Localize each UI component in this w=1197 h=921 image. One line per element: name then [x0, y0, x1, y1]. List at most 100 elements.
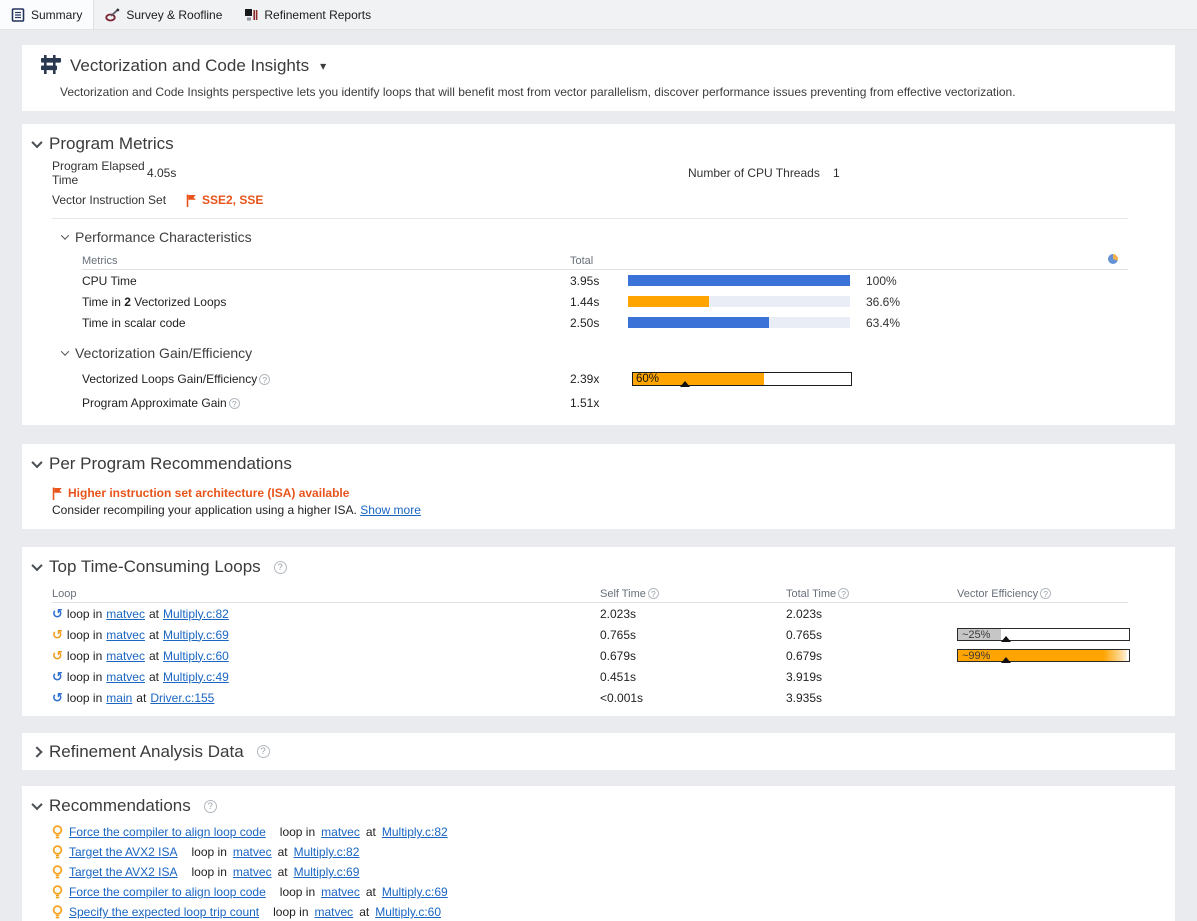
help-icon[interactable]: ?	[274, 561, 287, 574]
function-link[interactable]: matvec	[106, 628, 145, 642]
lightbulb-icon	[52, 845, 63, 860]
recommendation-link[interactable]: Target the AVX2 ISA	[69, 865, 178, 879]
top-loops-heading: Top Time-Consuming Loops	[49, 557, 261, 577]
per-program-recommendations-panel: Per Program Recommendations Higher instr…	[22, 444, 1175, 529]
cpu-threads-label: Number of CPU Threads	[688, 166, 833, 180]
help-icon[interactable]: ?	[838, 588, 849, 599]
refinement-reports-icon	[244, 8, 258, 22]
perspective-icon	[41, 55, 61, 77]
function-link[interactable]: matvec	[106, 670, 145, 684]
source-location-link[interactable]: Multiply.c:69	[294, 865, 360, 879]
table-row: ↺ loop in main at Driver.c:155 <0.001s 3…	[52, 687, 1175, 708]
metric-bar	[628, 296, 850, 307]
collapse-chevron-icon[interactable]	[31, 137, 42, 148]
source-location-link[interactable]: Multiply.c:60	[163, 649, 229, 663]
top-loops-panel: Top Time-Consuming Loops ? Loop Self Tim…	[22, 547, 1175, 716]
collapse-chevron-icon[interactable]	[31, 560, 42, 571]
list-item: Target the AVX2 ISA loop in matvec at Mu…	[52, 842, 1175, 862]
self-time-value: 0.451s	[600, 670, 786, 684]
vector-efficiency-bar: ~25%	[957, 628, 1130, 641]
survey-roofline-icon	[105, 8, 120, 22]
scalar-loop-icon: ↺	[52, 670, 63, 683]
source-location-link[interactable]: Multiply.c:82	[163, 607, 229, 621]
vector-isa-label: Vector Instruction Set	[52, 193, 186, 207]
vector-efficiency-bar: ~99%	[957, 649, 1130, 662]
tab-refinement-label: Refinement Reports	[264, 8, 371, 22]
total-value: 3.95s	[570, 274, 628, 288]
help-icon[interactable]: ?	[229, 398, 240, 409]
function-link[interactable]: matvec	[233, 845, 272, 859]
col-vector-efficiency: Vector Efficiency	[957, 588, 1038, 600]
expand-chevron-icon[interactable]	[31, 746, 42, 757]
source-location-link[interactable]: Multiply.c:69	[382, 885, 448, 899]
function-link[interactable]: matvec	[233, 865, 272, 879]
chevron-down-icon[interactable]: ▾	[320, 59, 326, 73]
source-location-link[interactable]: Multiply.c:82	[294, 845, 360, 859]
gauge-marker-icon	[1001, 636, 1011, 642]
table-row: Time in scalar code 2.50s 63.4%	[82, 312, 1175, 333]
tab-summary-label: Summary	[31, 8, 82, 22]
tab-summary[interactable]: Summary	[0, 0, 94, 29]
recommendation-link[interactable]: Specify the expected loop trip count	[69, 905, 259, 919]
self-time-value: 0.765s	[600, 628, 786, 642]
help-icon[interactable]: ?	[648, 588, 659, 599]
program-metrics-panel: Program Metrics Program Elapsed Time 4.0…	[22, 124, 1175, 425]
source-location-link[interactable]: Multiply.c:60	[375, 905, 441, 919]
total-value: 1.44s	[570, 295, 628, 309]
collapse-chevron-icon[interactable]	[31, 457, 42, 468]
isa-recommendation-title: Higher instruction set architecture (ISA…	[68, 486, 349, 500]
list-item: Force the compiler to align loop code lo…	[52, 882, 1175, 902]
performance-characteristics-heading: Performance Characteristics	[75, 229, 252, 245]
help-icon[interactable]: ?	[259, 374, 270, 385]
vectorization-gain-heading: Vectorization Gain/Efficiency	[75, 345, 252, 361]
list-item: Specify the expected loop trip count loo…	[52, 902, 1175, 921]
source-location-link[interactable]: Multiply.c:69	[163, 628, 229, 642]
recommendation-link[interactable]: Target the AVX2 ISA	[69, 845, 178, 859]
per-program-recommendations-heading: Per Program Recommendations	[49, 454, 292, 474]
source-location-link[interactable]: Multiply.c:49	[163, 670, 229, 684]
list-item: Force the compiler to align loop code lo…	[52, 822, 1175, 842]
gauge-marker-icon	[680, 381, 690, 387]
table-row: ↺ loop in matvec at Multiply.c:82 2.023s…	[52, 603, 1175, 624]
recommendation-link[interactable]: Force the compiler to align loop code	[69, 885, 266, 899]
refinement-analysis-heading: Refinement Analysis Data	[49, 742, 244, 762]
pie-chart-icon[interactable]	[1108, 254, 1118, 264]
vectorized-loop-icon: ↺	[52, 628, 63, 641]
function-link[interactable]: matvec	[315, 905, 354, 919]
loops-table-header: Loop Self Time? Total Time? Vector Effic…	[52, 585, 1128, 603]
source-location-link[interactable]: Multiply.c:82	[382, 825, 448, 839]
gain-value: 1.51x	[570, 396, 630, 410]
elapsed-time-label: Program Elapsed Time	[52, 159, 147, 187]
table-row: CPU Time 3.95s 100%	[82, 270, 1175, 291]
recommendation-link[interactable]: Force the compiler to align loop code	[69, 825, 266, 839]
cpu-threads-value: 1	[833, 166, 840, 180]
list-item: Target the AVX2 ISA loop in matvec at Mu…	[52, 862, 1175, 882]
source-location-link[interactable]: Driver.c:155	[150, 691, 214, 705]
recommendations-heading: Recommendations	[49, 796, 191, 816]
function-link[interactable]: matvec	[321, 885, 360, 899]
tab-bar: Summary Survey & Roofline Refinement Rep…	[0, 0, 1197, 30]
collapse-chevron-icon[interactable]	[61, 231, 69, 239]
tab-survey-roofline[interactable]: Survey & Roofline	[94, 0, 233, 29]
total-time-value: 3.919s	[786, 670, 957, 684]
function-link[interactable]: main	[106, 691, 132, 705]
show-more-link[interactable]: Show more	[360, 503, 421, 517]
lightbulb-icon	[52, 825, 63, 840]
col-metrics: Metrics	[82, 255, 570, 267]
function-link[interactable]: matvec	[106, 607, 145, 621]
tab-survey-label: Survey & Roofline	[126, 8, 222, 22]
collapse-chevron-icon[interactable]	[31, 799, 42, 810]
divider	[52, 218, 1128, 219]
table-row: ↺ loop in matvec at Multiply.c:69 0.765s…	[52, 624, 1175, 645]
tab-refinement-reports[interactable]: Refinement Reports	[233, 0, 382, 29]
help-icon[interactable]: ?	[257, 745, 270, 758]
function-link[interactable]: matvec	[106, 649, 145, 663]
program-metrics-heading: Program Metrics	[49, 134, 174, 154]
help-icon[interactable]: ?	[204, 800, 217, 813]
help-icon[interactable]: ?	[1040, 588, 1051, 599]
total-time-value: 2.023s	[786, 607, 957, 621]
percent-label: 36.6%	[858, 295, 1175, 309]
function-link[interactable]: matvec	[321, 825, 360, 839]
collapse-chevron-icon[interactable]	[61, 347, 69, 355]
table-row: Time in 2 Vectorized Loops 1.44s 36.6%	[82, 291, 1175, 312]
